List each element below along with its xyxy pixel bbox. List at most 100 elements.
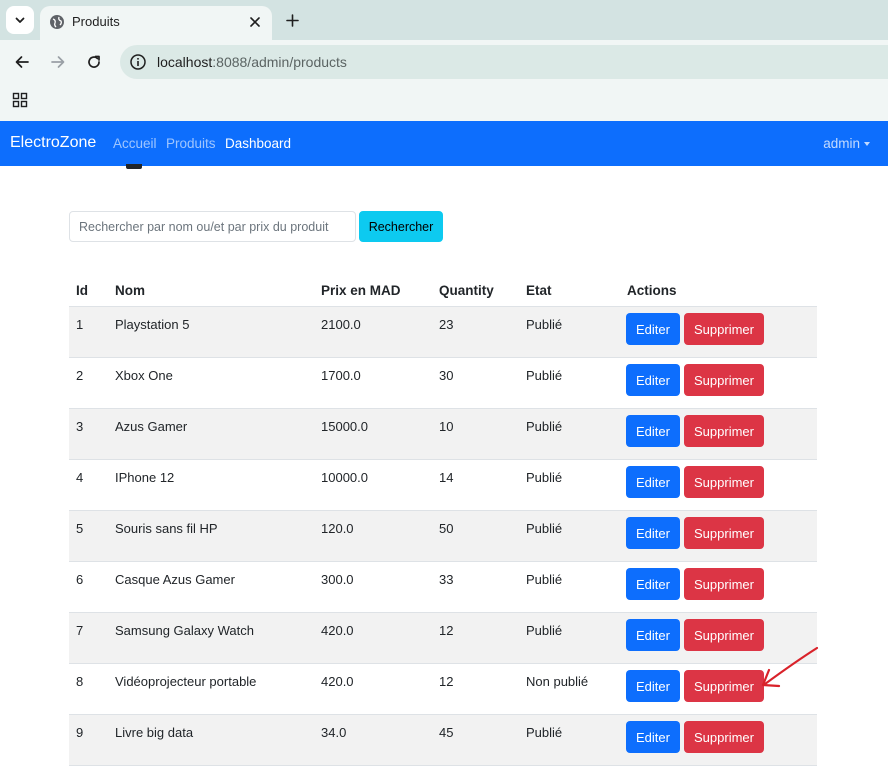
cell-nom: Livre big data (108, 714, 314, 766)
cell-id: 2 (69, 357, 108, 409)
table-row: 8 Vidéoprojecteur portable 420.0 12 Non publ… (69, 663, 817, 715)
forward-icon[interactable] (47, 51, 69, 73)
products-table: Id Nom Prix en MAD Quantity Etat Actions… (69, 274, 817, 766)
tab-title: Produits (72, 14, 120, 29)
site-info-icon[interactable] (129, 53, 147, 71)
cell-nom-text: Vidéoprojecteur portable (115, 674, 257, 689)
app-navbar: ElectroZone Accueil Produits Dashboard a… (0, 121, 888, 166)
delete-button[interactable]: Supprimer (684, 670, 764, 702)
cell-nom: Xbox One (108, 357, 314, 409)
delete-button[interactable]: Supprimer (684, 721, 764, 753)
user-menu[interactable]: admin (823, 136, 870, 151)
search-input[interactable] (69, 211, 356, 242)
cell-id: 3 (69, 408, 108, 460)
close-icon[interactable] (245, 12, 265, 32)
cell-prix-text: 120.0 (321, 521, 354, 536)
cell-etat-text: Publié (526, 470, 563, 485)
table-row: 4 IPhone 12 10000.0 14 Publié Editer Supprimer (69, 459, 817, 511)
delete-button[interactable]: Supprimer (684, 415, 764, 447)
tab-search-icon[interactable] (6, 6, 34, 34)
cell-quantity-text: 23 (439, 317, 454, 332)
cell-nom: Vidéoprojecteur portable (108, 663, 314, 715)
cell-quantity-text: 10 (439, 419, 454, 434)
cell-prix-text: 420.0 (321, 623, 354, 638)
bookmarks-bar (0, 84, 888, 121)
cell-id-text: 5 (76, 521, 84, 536)
cell-prix-text: 1700.0 (321, 368, 361, 383)
nav-link-accueil[interactable]: Accueil (113, 136, 157, 151)
browser-tabstrip: Produits (0, 0, 888, 40)
apps-grid-icon[interactable] (12, 92, 28, 108)
cell-prix: 120.0 (314, 510, 432, 562)
back-icon[interactable] (11, 51, 33, 73)
cell-nom-text: IPhone 12 (115, 470, 175, 485)
url-text: localhost:8088/admin/products (157, 54, 347, 70)
reload-icon[interactable] (83, 51, 105, 73)
cell-etat: Publié (519, 612, 620, 664)
browser-tab[interactable]: Produits (40, 6, 272, 40)
cell-quantity-text: 14 (439, 470, 454, 485)
search-button[interactable]: Rechercher (359, 211, 443, 242)
cell-actions: Editer Supprimer (620, 408, 817, 460)
table-row: 3 Azus Gamer 15000.0 10 Publié Editer Supprime… (69, 408, 817, 460)
delete-button[interactable]: Supprimer (684, 517, 764, 549)
cell-quantity-text: 50 (439, 521, 454, 536)
cell-nom-text: Azus Gamer (115, 419, 188, 434)
cell-id: 5 (69, 510, 108, 562)
column-header-prix: Prix en MAD (314, 274, 432, 307)
nav-link-produits[interactable]: Produits (166, 136, 216, 151)
delete-button[interactable]: Supprimer (684, 364, 764, 396)
cell-actions: Editer Supprimer (620, 459, 817, 511)
edit-button[interactable]: Editer (626, 670, 680, 702)
cell-id: 1 (69, 306, 108, 358)
cell-prix-text: 2100.0 (321, 317, 361, 332)
delete-button[interactable]: Supprimer (684, 568, 764, 600)
edit-button[interactable]: Editer (626, 466, 680, 498)
nav-link-dashboard[interactable]: Dashboard (225, 136, 291, 151)
cell-prix: 1700.0 (314, 357, 432, 409)
table-row: 7 Samsung Galaxy Watch 420.0 12 Publié Editer… (69, 612, 817, 664)
address-bar[interactable]: localhost:8088/admin/products (120, 45, 888, 79)
cell-actions: Editer Supprimer (620, 306, 817, 358)
url-path: :8088/admin/products (212, 54, 347, 70)
cell-nom: Playstation 5 (108, 306, 314, 358)
cell-prix: 420.0 (314, 663, 432, 715)
cell-etat: Publié (519, 357, 620, 409)
edit-button[interactable]: Editer (626, 415, 680, 447)
delete-button[interactable]: Supprimer (684, 466, 764, 498)
cell-nom-text: Casque Azus Gamer (115, 572, 235, 587)
plus-icon[interactable] (282, 10, 302, 30)
delete-button[interactable]: Supprimer (684, 313, 764, 345)
cell-nom-text: Playstation 5 (115, 317, 190, 332)
cell-etat: Publié (519, 408, 620, 460)
cell-nom: IPhone 12 (108, 459, 314, 511)
edit-button[interactable]: Editer (626, 721, 680, 753)
edit-button[interactable]: Editer (626, 568, 680, 600)
cell-quantity-text: 33 (439, 572, 454, 587)
cell-quantity: 12 (432, 663, 519, 715)
cell-id-text: 2 (76, 368, 84, 383)
brand-logo[interactable]: ElectroZone (10, 134, 96, 152)
cell-etat-text: Publié (526, 368, 563, 383)
cell-id-text: 7 (76, 623, 84, 638)
cell-prix-text: 15000.0 (321, 419, 368, 434)
cell-id-text: 6 (76, 572, 84, 587)
edit-button[interactable]: Editer (626, 313, 680, 345)
table-row: 6 Casque Azus Gamer 300.0 33 Publié Editer Sup… (69, 561, 817, 613)
cell-etat-text: Publié (526, 572, 563, 587)
edit-button[interactable]: Editer (626, 619, 680, 651)
table-row: 5 Souris sans fil HP 120.0 50 Publié Editer Su… (69, 510, 817, 562)
cell-nom: Samsung Galaxy Watch (108, 612, 314, 664)
cell-prix: 15000.0 (314, 408, 432, 460)
delete-button[interactable]: Supprimer (684, 619, 764, 651)
column-header-nom: Nom (108, 274, 314, 307)
cell-id: 8 (69, 663, 108, 715)
cell-id-text: 3 (76, 419, 84, 434)
edit-button[interactable]: Editer (626, 517, 680, 549)
cell-etat: Publié (519, 459, 620, 511)
table-row: 2 Xbox One 1700.0 30 Publié Editer Supprimer (69, 357, 817, 409)
edit-button[interactable]: Editer (626, 364, 680, 396)
cell-prix: 10000.0 (314, 459, 432, 511)
cell-etat-text: Non publié (526, 674, 589, 689)
user-name: admin (823, 136, 860, 151)
